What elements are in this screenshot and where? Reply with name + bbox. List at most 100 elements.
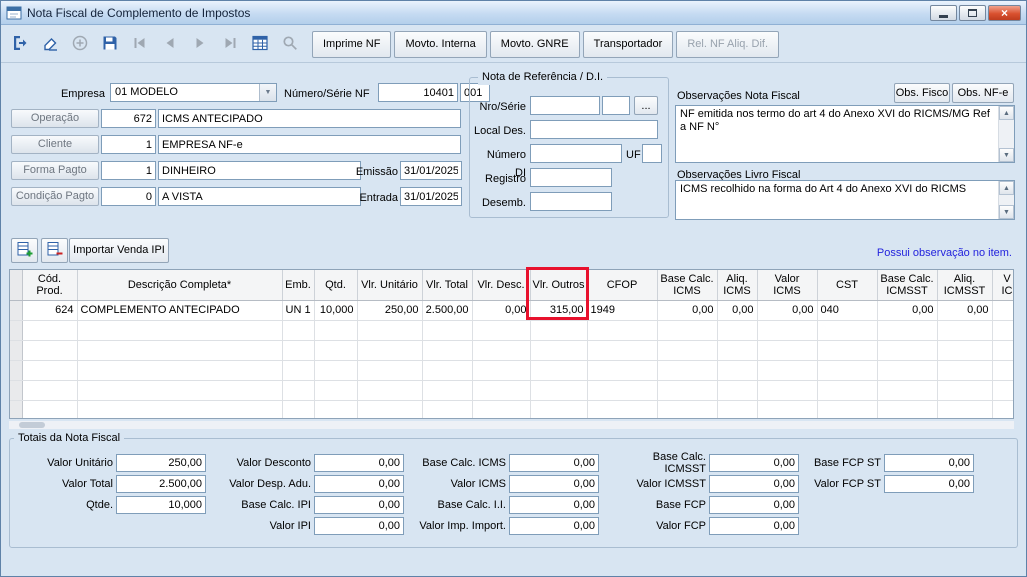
cell[interactable] — [717, 320, 758, 341]
cell[interactable] — [530, 340, 588, 361]
cell[interactable] — [937, 360, 993, 381]
cell[interactable] — [587, 320, 658, 341]
cell[interactable]: 0,00 — [472, 300, 531, 321]
cell[interactable] — [717, 360, 758, 381]
cell[interactable]: 1949 — [587, 300, 658, 321]
cell[interactable]: 624 — [22, 300, 78, 321]
cell[interactable] — [22, 400, 78, 418]
cell[interactable] — [937, 380, 993, 401]
total-value-valor-imp-import[interactable] — [509, 517, 599, 535]
row-selector[interactable] — [10, 320, 23, 341]
column-header-aliq-icmsst[interactable]: Aliq. ICMSST — [937, 270, 993, 301]
total-value-qtde[interactable] — [116, 496, 206, 514]
cell[interactable]: 0,00 — [717, 300, 758, 321]
cliente-code-input[interactable] — [101, 135, 156, 154]
cell[interactable] — [937, 320, 993, 341]
total-value-valor-fcp[interactable] — [709, 517, 799, 535]
cell[interactable] — [992, 380, 1013, 401]
numero-di-input[interactable] — [530, 144, 622, 163]
cell[interactable] — [357, 380, 423, 401]
row-selector[interactable] — [10, 380, 23, 401]
numero-nf-input[interactable] — [378, 83, 458, 102]
nro-serie-input[interactable] — [530, 96, 600, 115]
obs-nota-fiscal-textarea[interactable]: NF emitida nos termo do art 4 do Anexo X… — [675, 105, 1015, 163]
cell[interactable] — [530, 400, 588, 418]
cell[interactable] — [314, 340, 358, 361]
cell[interactable] — [282, 400, 315, 418]
total-value-valor-fcp-st[interactable] — [884, 475, 974, 493]
cell[interactable] — [530, 320, 588, 341]
cell[interactable] — [282, 340, 315, 361]
column-header-aliq-icms[interactable]: Aliq. ICMS — [717, 270, 758, 301]
obs-livro-scrollbar[interactable]: ▲ ▼ — [998, 181, 1014, 219]
cell[interactable] — [357, 400, 423, 418]
browse-button[interactable]: ... — [634, 96, 658, 115]
cell[interactable]: 315,00 — [530, 300, 588, 321]
cell[interactable] — [657, 400, 718, 418]
column-header-vlr-total[interactable]: Vlr. Total — [422, 270, 473, 301]
registro-input[interactable] — [530, 168, 612, 187]
cell[interactable] — [77, 400, 283, 418]
condicao-pagto-code-input[interactable] — [101, 187, 156, 206]
cell[interactable] — [757, 400, 818, 418]
cell[interactable] — [877, 340, 938, 361]
cell[interactable]: 0,00 — [877, 300, 938, 321]
total-value-base-calc-icms[interactable] — [509, 454, 599, 472]
column-header-cst[interactable]: CST — [817, 270, 878, 301]
cell[interactable] — [757, 320, 818, 341]
cell[interactable] — [357, 360, 423, 381]
cell[interactable] — [472, 380, 531, 401]
cell[interactable] — [22, 320, 78, 341]
cell[interactable] — [757, 380, 818, 401]
cell[interactable]: 0,00 — [657, 300, 718, 321]
total-value-base-calc-i-i[interactable] — [509, 496, 599, 514]
cell[interactable] — [877, 380, 938, 401]
cell[interactable] — [314, 380, 358, 401]
cell[interactable] — [314, 320, 358, 341]
column-header-descricao-completa[interactable]: Descrição Completa* — [77, 270, 283, 301]
cell[interactable] — [587, 360, 658, 381]
item-add-button[interactable] — [11, 238, 38, 263]
total-value-valor-total[interactable] — [116, 475, 206, 493]
toolbar-button-transportador[interactable]: Transportador — [582, 30, 674, 58]
total-value-valor-icms[interactable] — [509, 475, 599, 493]
cell[interactable] — [530, 380, 588, 401]
grid-button[interactable] — [246, 30, 274, 58]
local-des-input[interactable] — [530, 120, 658, 139]
scrollbar-thumb[interactable] — [19, 422, 45, 428]
cell[interactable]: 040 — [817, 300, 878, 321]
total-value-valor-ipi[interactable] — [314, 517, 404, 535]
scroll-down-icon[interactable]: ▼ — [999, 148, 1014, 162]
total-value-valor-desp-adu[interactable] — [314, 475, 404, 493]
cell[interactable] — [422, 340, 473, 361]
cell[interactable] — [817, 360, 878, 381]
cell[interactable] — [937, 340, 993, 361]
cell[interactable] — [937, 400, 993, 418]
cell[interactable] — [587, 340, 658, 361]
table-row[interactable] — [10, 400, 1013, 418]
cell[interactable] — [877, 360, 938, 381]
cell[interactable]: 0,00 — [757, 300, 818, 321]
cell[interactable]: 10,000 — [314, 300, 358, 321]
cell[interactable] — [422, 400, 473, 418]
table-row[interactable] — [10, 380, 1013, 401]
cell[interactable] — [77, 380, 283, 401]
row-selector[interactable] — [10, 340, 23, 361]
toolbar-button-movto-gnre[interactable]: Movto. GNRE — [489, 30, 580, 58]
cell[interactable] — [357, 320, 423, 341]
cell[interactable] — [22, 340, 78, 361]
operacao-desc-input[interactable] — [158, 109, 461, 128]
save-button[interactable] — [96, 30, 124, 58]
cell[interactable] — [717, 380, 758, 401]
column-header-qtd[interactable]: Qtd. — [314, 270, 358, 301]
cell[interactable] — [282, 360, 315, 381]
possui-observacao-link[interactable]: Possui observação no item. — [877, 247, 1012, 259]
entrada-input[interactable] — [400, 187, 462, 206]
cell[interactable] — [530, 360, 588, 381]
cell[interactable] — [757, 360, 818, 381]
column-header-base-calc-icmsst[interactable]: Base Calc. ICMSST — [877, 270, 938, 301]
scroll-up-icon[interactable]: ▲ — [999, 106, 1014, 120]
row-selector[interactable] — [10, 400, 23, 418]
cell[interactable]: 250,00 — [357, 300, 423, 321]
table-row[interactable] — [10, 360, 1013, 381]
